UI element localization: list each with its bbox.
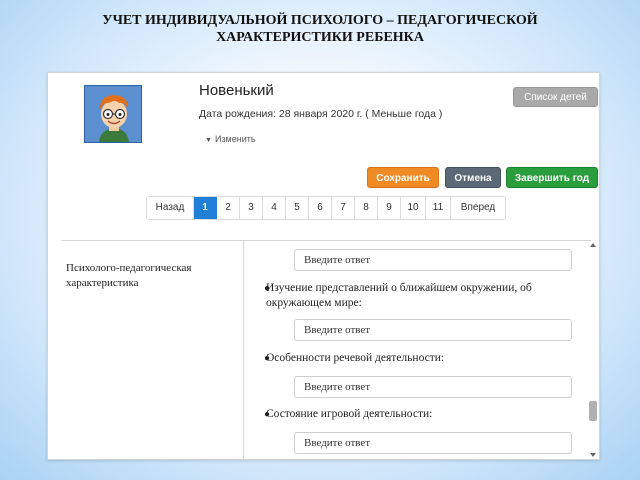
answer-input[interactable]: Введите ответ xyxy=(294,432,572,454)
save-button[interactable]: Сохранить xyxy=(367,167,439,188)
scroll-up-arrow-icon[interactable] xyxy=(590,243,596,247)
edit-link[interactable]: ▼ Изменить xyxy=(205,134,256,144)
answer-input[interactable]: Введите ответ xyxy=(294,319,572,341)
edit-link-label: Изменить xyxy=(214,134,256,144)
app-window: Новенький Дата рождения: 28 января 2020 … xyxy=(47,72,600,460)
child-name: Новенький xyxy=(199,82,274,99)
page-button-6[interactable]: 6 xyxy=(309,197,332,219)
page-button-5[interactable]: 5 xyxy=(286,197,309,219)
caret-down-icon: ▼ xyxy=(205,137,212,144)
pagination-next-button[interactable]: Вперед xyxy=(451,197,505,219)
page-button-2[interactable]: 2 xyxy=(217,197,240,219)
pagination: Назад 1 2 3 4 5 6 7 8 9 10 11 Вперед xyxy=(146,196,506,220)
answer-input[interactable]: Введите ответ xyxy=(294,376,572,398)
page-button-10[interactable]: 10 xyxy=(401,197,426,219)
scroll-down-arrow-icon[interactable] xyxy=(590,453,596,457)
vertical-scrollbar[interactable] xyxy=(587,241,599,459)
pagination-prev-button[interactable]: Назад xyxy=(147,197,194,219)
slide-title-line-2: ХАРАКТЕРИСТИКИ РЕБЕНКА xyxy=(216,30,424,45)
answer-input[interactable]: Введите ответ xyxy=(294,249,572,271)
section-label-panel: Психолого-педагогическая характеристика xyxy=(48,241,244,459)
page-button-3[interactable]: 3 xyxy=(240,197,263,219)
page-button-9[interactable]: 9 xyxy=(378,197,401,219)
birth-date-text: Дата рождения: 28 января 2020 г. ( Меньш… xyxy=(199,108,443,120)
page-button-1[interactable]: 1 xyxy=(194,197,217,219)
question-label: Состояние игровой деятельности: xyxy=(266,408,433,420)
question-label: Особенности речевой деятельности: xyxy=(266,352,445,364)
page-button-4[interactable]: 4 xyxy=(263,197,286,219)
slide-title-line-1: УЧЕТ ИНДИВИДУАЛЬНОЙ ПСИХОЛОГО – ПЕДАГОГИ… xyxy=(102,13,538,28)
cancel-button[interactable]: Отмена xyxy=(445,167,501,188)
section-label: Психолого-педагогическая характеристика xyxy=(66,262,192,289)
boy-avatar-icon xyxy=(84,85,142,143)
slide-title: УЧЕТ ИНДИВИДУАЛЬНОЙ ПСИХОЛОГО – ПЕДАГОГИ… xyxy=(0,12,640,46)
page-button-7[interactable]: 7 xyxy=(332,197,355,219)
page-button-11[interactable]: 11 xyxy=(426,197,451,219)
children-list-button[interactable]: Список детей xyxy=(513,87,598,107)
page-button-8[interactable]: 8 xyxy=(355,197,378,219)
question-label: Изучение представлений о ближайшем окруж… xyxy=(266,282,532,309)
finish-year-button[interactable]: Завершить год xyxy=(506,167,598,188)
scroll-thumb[interactable] xyxy=(589,401,597,421)
